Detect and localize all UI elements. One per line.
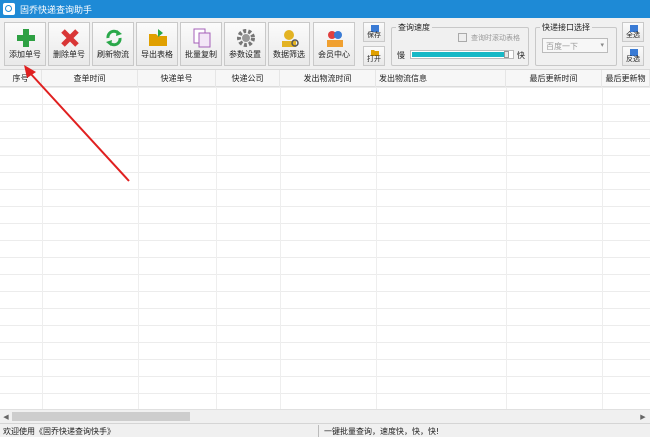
horizontal-scrollbar[interactable]: ◀ ▶ — [0, 409, 650, 423]
scroll-left-icon[interactable]: ◀ — [1, 412, 11, 422]
scroll-right-icon[interactable]: ▶ — [638, 412, 648, 422]
status-welcome: 欢迎使用《固乔快递查询快手》 — [3, 427, 115, 436]
scrollbar-thumb[interactable] — [12, 412, 190, 421]
annotation-arrow — [24, 65, 130, 182]
status-bar: 欢迎使用《固乔快递查询快手》 一键批量查询，速度快，快，快! — [0, 423, 650, 437]
status-slogan: 一键批量查询，速度快，快，快! — [324, 427, 440, 436]
status-divider — [318, 425, 319, 437]
